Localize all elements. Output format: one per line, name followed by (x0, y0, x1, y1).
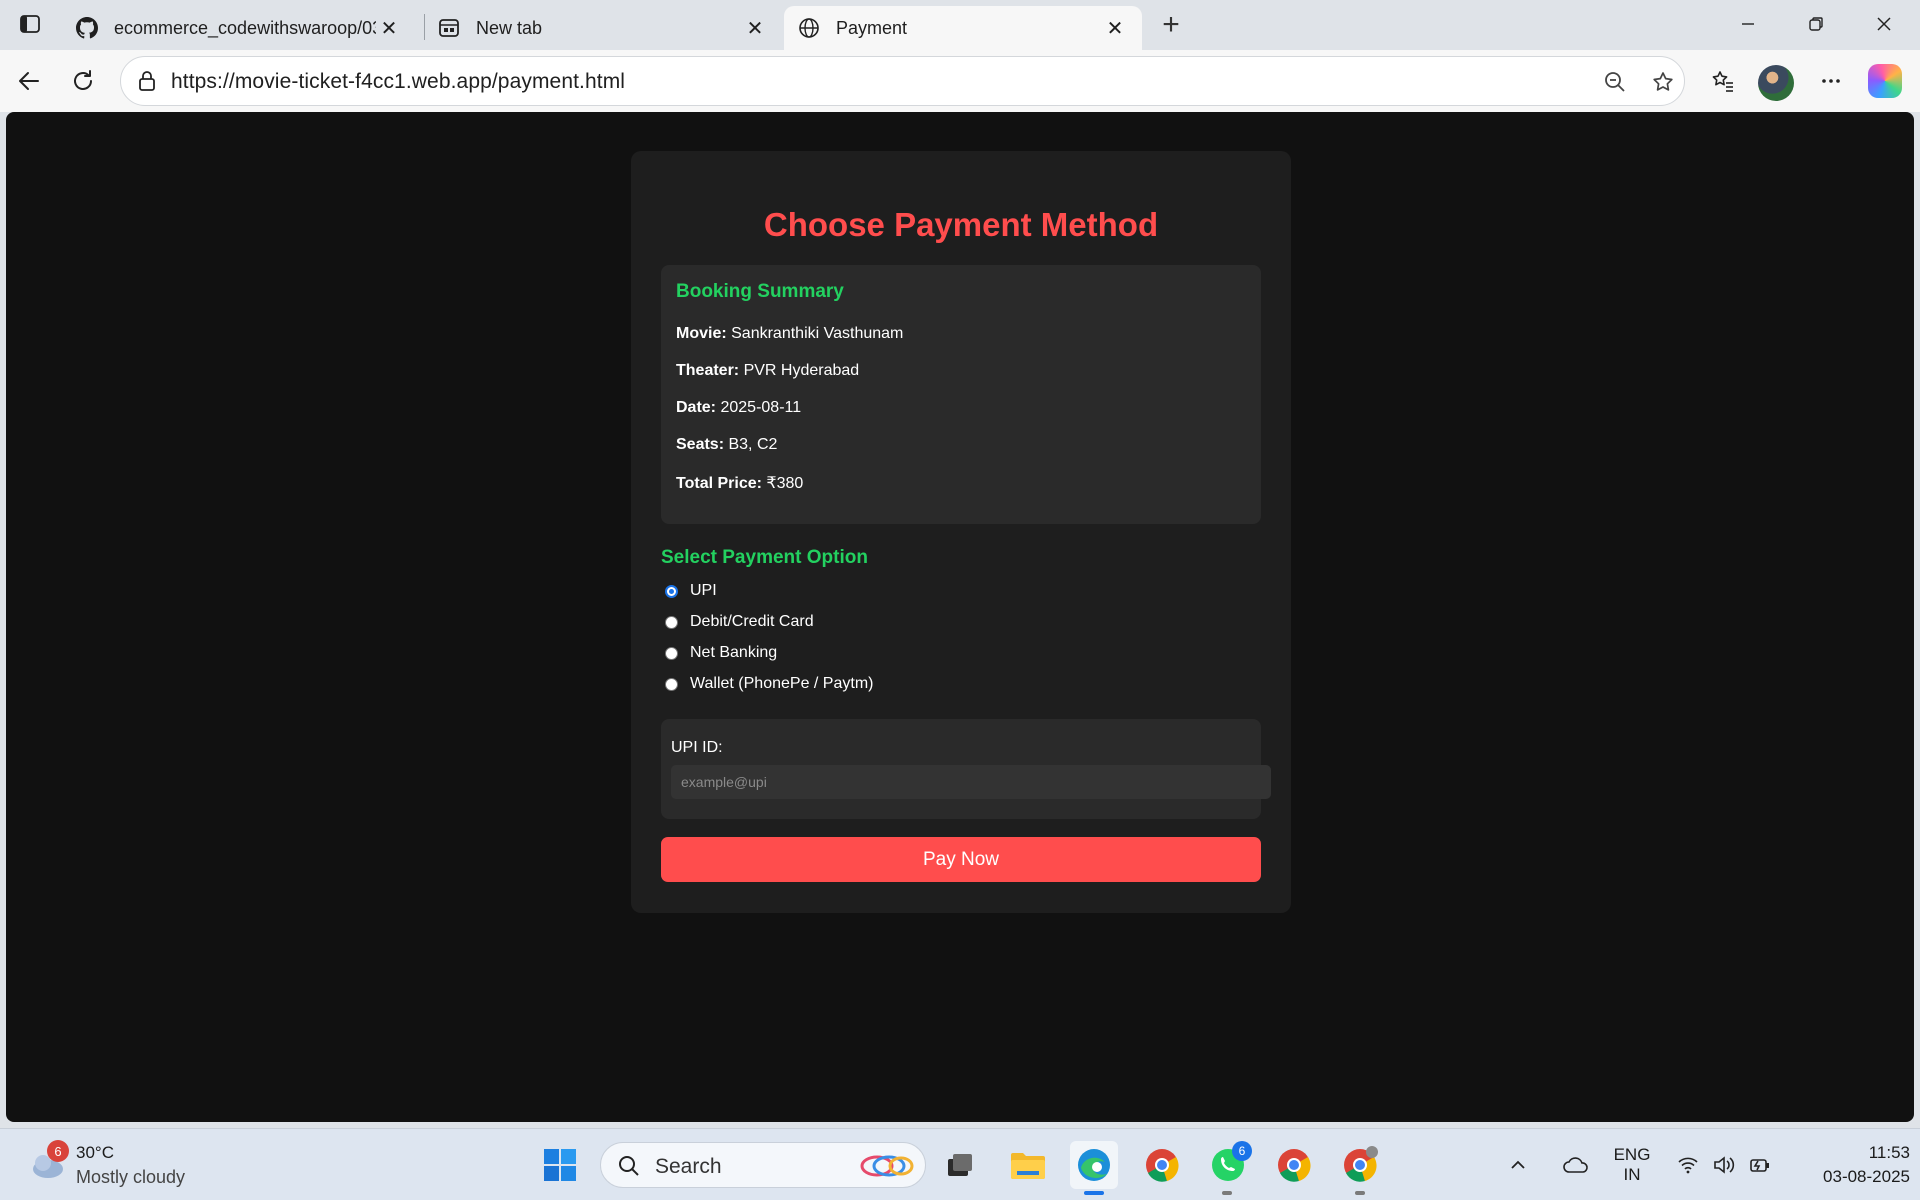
zoom-out-icon[interactable] (1599, 66, 1631, 98)
wifi-icon[interactable] (1672, 1141, 1704, 1189)
weather-description[interactable]: Mostly cloudy (76, 1167, 185, 1188)
tab-strip: ecommerce_codewithswaroop/03 ✕ New tab ✕… (0, 0, 1920, 50)
upi-id-label: UPI ID: (671, 739, 723, 756)
radio-net-banking[interactable]: Net Banking (665, 644, 777, 662)
favorite-star-icon[interactable] (1647, 66, 1679, 98)
tab-title: ecommerce_codewithswaroop/03 (114, 17, 376, 38)
tab-close-icon[interactable]: ✕ (1102, 15, 1128, 41)
summary-date: Date: 2025-08-11 (676, 399, 801, 417)
payment-card: Choose Payment Method Booking Summary Mo… (631, 151, 1291, 913)
language-indicator[interactable]: ENG IN (1610, 1145, 1654, 1185)
new-tab-button[interactable]: + (1154, 8, 1188, 42)
radio-label: Net Banking (690, 644, 778, 661)
summary-seats-label: Seats: (676, 436, 725, 453)
minimize-icon[interactable] (1720, 4, 1776, 44)
summary-seats: Seats: B3, C2 (676, 436, 777, 454)
booking-summary-title: Booking Summary (676, 281, 844, 302)
tab-close-icon[interactable]: ✕ (376, 15, 402, 41)
summary-movie: Movie: Sankranthiki Vasthunam (676, 325, 903, 343)
radio-button[interactable] (665, 677, 678, 691)
clock[interactable]: 11:53 03-08-2025 (1790, 1143, 1910, 1187)
payment-option-title: Select Payment Option (661, 547, 868, 568)
active-app-indicator (1084, 1191, 1104, 1195)
close-window-icon[interactable] (1856, 4, 1912, 44)
summary-theater-value: PVR Hyderabad (743, 362, 860, 379)
url-text[interactable]: https://movie-ticket-f4cc1.web.app/payme… (171, 70, 625, 94)
page-title: Choose Payment Method (763, 206, 1159, 243)
chrome-icon[interactable] (1270, 1141, 1318, 1189)
radio-label: Debit/Credit Card (690, 613, 814, 630)
summary-date-label: Date: (676, 399, 717, 416)
radio-button[interactable] (665, 615, 678, 629)
radio-button[interactable] (665, 646, 678, 660)
search-label: Search (655, 1155, 722, 1178)
copilot-icon[interactable] (1868, 64, 1902, 98)
tab-close-icon[interactable]: ✕ (742, 15, 768, 41)
clock-date: 03-08-2025 (1823, 1167, 1910, 1186)
upi-section: UPI ID: (661, 719, 1271, 819)
upi-id-input[interactable] (671, 765, 1271, 799)
more-options-icon[interactable] (1812, 62, 1850, 100)
weather-badge: 6 (47, 1140, 69, 1162)
region-code: IN (1623, 1165, 1641, 1184)
app-indicator (1355, 1191, 1365, 1195)
chevron-up-icon[interactable] (1502, 1141, 1534, 1189)
globe-icon (798, 17, 820, 39)
refresh-icon[interactable] (64, 62, 102, 100)
summary-price-value: ₹380 (766, 475, 804, 492)
radio-label: Wallet (PhonePe / Paytm) (690, 675, 874, 692)
summary-price-label: Total Price: (676, 475, 762, 492)
browser-toolbar: https://movie-ticket-f4cc1.web.app/payme… (0, 50, 1920, 112)
radio-button[interactable] (665, 584, 678, 598)
whatsapp-badge: 6 (1232, 1141, 1252, 1161)
page-viewport: Choose Payment Method Booking Summary Mo… (6, 112, 1914, 1122)
chrome-second-profile-icon[interactable] (1336, 1141, 1384, 1189)
summary-movie-label: Movie: (676, 325, 727, 342)
file-explorer-icon[interactable] (1004, 1141, 1052, 1189)
radio-wallet[interactable]: Wallet (PhonePe / Paytm) (665, 675, 873, 693)
tab-title: New tab (476, 17, 543, 38)
app-indicator (1222, 1191, 1232, 1195)
address-bar[interactable]: https://movie-ticket-f4cc1.web.app/payme… (120, 56, 1685, 106)
lock-icon[interactable] (135, 69, 159, 93)
taskbar-search[interactable]: Search (600, 1142, 926, 1188)
restore-icon[interactable] (1788, 4, 1844, 44)
battery-icon[interactable] (1744, 1141, 1776, 1189)
task-view-icon[interactable] (936, 1141, 984, 1189)
summary-date-value: 2025-08-11 (720, 399, 802, 416)
tab-new-tab[interactable]: New tab ✕ (424, 6, 782, 50)
tab-actions-icon[interactable] (12, 9, 48, 39)
weather-temperature[interactable]: 30°C (76, 1143, 114, 1163)
summary-total-price: Total Price: ₹380 (676, 473, 803, 493)
booking-summary: Booking Summary Movie: Sankranthiki Vast… (661, 265, 1261, 524)
summary-theater-label: Theater: (676, 362, 740, 379)
edge-browser-icon[interactable] (1070, 1141, 1118, 1189)
chrome-profile-icon[interactable] (1138, 1141, 1186, 1189)
pay-now-button[interactable]: Pay Now (661, 837, 1261, 882)
radio-upi[interactable]: UPI (665, 582, 717, 600)
profile-avatar[interactable] (1758, 65, 1794, 101)
newtab-icon (438, 17, 460, 39)
summary-theater: Theater: PVR Hyderabad (676, 362, 859, 380)
volume-icon[interactable] (1708, 1141, 1740, 1189)
search-icon (619, 1156, 639, 1176)
onedrive-cloud-icon[interactable] (1558, 1141, 1594, 1189)
clock-time: 11:53 (1868, 1143, 1910, 1162)
back-arrow-icon[interactable] (10, 62, 48, 100)
search-highlight-icon (860, 1155, 914, 1177)
windows-start-icon[interactable] (536, 1141, 584, 1189)
summary-movie-value: Sankranthiki Vasthunam (731, 325, 904, 342)
summary-seats-value: B3, C2 (728, 436, 778, 453)
radio-label: UPI (690, 582, 717, 599)
language-code: ENG (1613, 1145, 1651, 1164)
github-icon (76, 17, 98, 39)
tab-title: Payment (836, 17, 908, 38)
tab-github[interactable]: ecommerce_codewithswaroop/03 ✕ (62, 6, 416, 50)
radio-card[interactable]: Debit/Credit Card (665, 613, 814, 631)
taskbar: 6 30°C Mostly cloudy Search 6 ENG IN 11:… (0, 1128, 1920, 1200)
favorites-icon[interactable] (1704, 62, 1742, 100)
tab-payment[interactable]: Payment ✕ (784, 6, 1142, 50)
